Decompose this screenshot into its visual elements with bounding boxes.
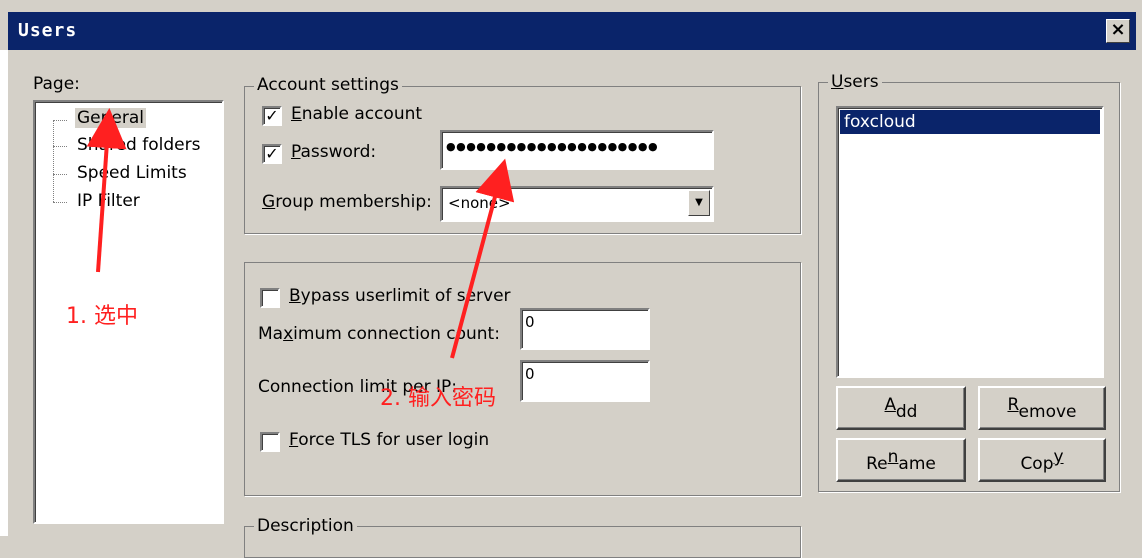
annotation-arrow-1	[86, 108, 127, 273]
annotation-arrows	[86, 108, 515, 359]
annotation-arrow-2	[450, 158, 515, 359]
annotation-step-2: 2. 输入密码	[380, 386, 496, 411]
annotation-step-1: 1. 选中	[66, 304, 138, 329]
